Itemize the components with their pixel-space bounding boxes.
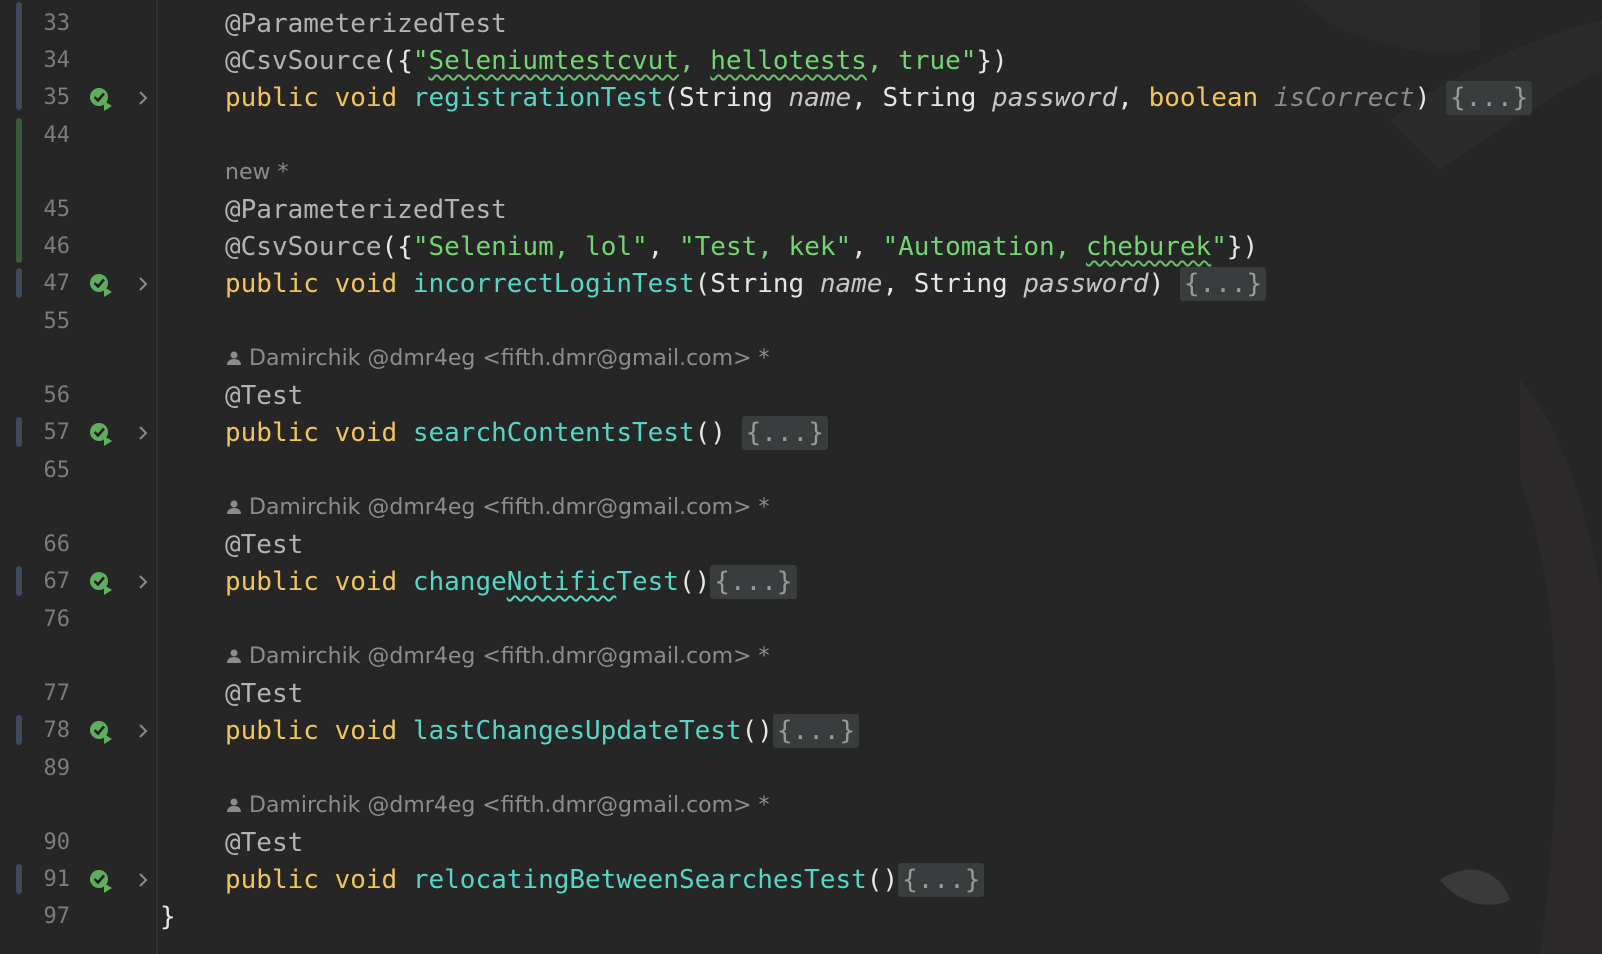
code-line-91[interactable]: 91 public void relocatingBetweenSearches…: [0, 861, 1602, 899]
folded-code-block[interactable]: {...}: [710, 565, 797, 599]
run-test-icon[interactable]: [88, 85, 114, 111]
code-line-46[interactable]: 46 @CsvSource({"Selenium, lol", "Test, k…: [0, 228, 1602, 266]
folded-code-block[interactable]: {...}: [898, 863, 985, 897]
code-line-76[interactable]: 76: [0, 601, 1602, 639]
code-text[interactable]: @Test: [225, 824, 303, 862]
code-text[interactable]: @ParameterizedTest: [225, 191, 507, 229]
code-vision-author-hint[interactable]: Damirchik @dmr4eg <fifth.dmr@gmail.com> …: [0, 489, 1602, 527]
line-number: 89: [43, 756, 71, 781]
line-number: 77: [43, 681, 71, 706]
run-test-icon[interactable]: [88, 271, 114, 297]
person-icon: [227, 500, 241, 514]
code-line-90[interactable]: 90 @Test: [0, 824, 1602, 862]
line-number: 57: [43, 420, 71, 445]
chevron-right-icon[interactable]: [132, 273, 154, 295]
code-vision-hint[interactable]: new *: [0, 154, 1602, 192]
code-line-57[interactable]: 57 public void searchContentsTest() {...…: [0, 414, 1602, 452]
code-line-34[interactable]: 34 @CsvSource({"Seleniumtestcvut, hellot…: [0, 42, 1602, 80]
code-text[interactable]: @CsvSource({"Seleniumtestcvut, hellotest…: [225, 42, 1008, 80]
chevron-right-icon[interactable]: [132, 87, 154, 109]
run-test-icon[interactable]: [88, 420, 114, 446]
line-number: 44: [43, 123, 71, 148]
line-number: 97: [43, 904, 71, 929]
chevron-right-icon[interactable]: [132, 869, 154, 891]
line-number: 56: [43, 383, 71, 408]
line-number: 34: [43, 48, 71, 73]
code-text[interactable]: @ParameterizedTest: [225, 5, 507, 43]
code-text[interactable]: public void changeNotificTest() {...}: [225, 563, 797, 601]
line-number: 91: [43, 867, 71, 892]
hint-text[interactable]: new *: [225, 154, 288, 192]
line-number: 55: [43, 309, 71, 334]
author-text: Damirchik @dmr4eg <fifth.dmr@gmail.com> …: [249, 793, 770, 818]
code-line-78[interactable]: 78 public void lastChangesUpdateTest() {.…: [0, 712, 1602, 750]
code-line-67[interactable]: 67 public void changeNotificTest() {...}: [0, 563, 1602, 601]
chevron-right-icon[interactable]: [132, 422, 154, 444]
folded-code-block[interactable]: {...}: [772, 714, 860, 748]
closing-brace[interactable]: }: [160, 898, 176, 936]
line-number: 47: [43, 271, 71, 296]
code-text[interactable]: @Test: [225, 377, 303, 415]
run-test-icon[interactable]: [88, 718, 114, 744]
run-test-icon[interactable]: [88, 569, 114, 595]
person-icon: [227, 649, 241, 663]
folded-code-block[interactable]: {...}: [741, 416, 828, 450]
code-text[interactable]: public void searchContentsTest() {...}: [225, 414, 828, 452]
code-text[interactable]: @CsvSource({"Selenium, lol", "Test, kek"…: [225, 228, 1258, 266]
code-vision-author-hint[interactable]: Damirchik @dmr4eg <fifth.dmr@gmail.com> …: [0, 638, 1602, 676]
line-number: 78: [43, 718, 71, 743]
code-text[interactable]: public void lastChangesUpdateTest() {...}: [225, 712, 860, 750]
chevron-right-icon[interactable]: [132, 720, 154, 742]
code-line-66[interactable]: 66 @Test: [0, 526, 1602, 564]
chevron-right-icon[interactable]: [132, 571, 154, 593]
line-number: 65: [43, 458, 71, 483]
author-text: Damirchik @dmr4eg <fifth.dmr@gmail.com> …: [249, 495, 770, 520]
author-text: Damirchik @dmr4eg <fifth.dmr@gmail.com> …: [249, 644, 770, 669]
code-line-45[interactable]: 45 @ParameterizedTest: [0, 191, 1602, 229]
folded-code-block[interactable]: {...}: [1446, 81, 1533, 115]
person-icon: [227, 351, 241, 365]
code-line-77[interactable]: 77 @Test: [0, 675, 1602, 713]
code-text[interactable]: public void relocatingBetweenSearchesTes…: [225, 861, 985, 899]
line-number: 90: [43, 830, 71, 855]
line-number: 67: [43, 569, 71, 594]
code-vision-author-hint[interactable]: Damirchik @dmr4eg <fifth.dmr@gmail.com> …: [0, 787, 1602, 825]
code-line-35[interactable]: 35 public void registrationTest(String n…: [0, 79, 1602, 117]
line-number: 76: [43, 607, 71, 632]
line-number: 45: [43, 197, 71, 222]
code-line-47[interactable]: 47 public void incorrectLoginTest(String…: [0, 265, 1602, 303]
line-number: 35: [43, 85, 71, 110]
folded-code-block[interactable]: {...}: [1179, 267, 1267, 301]
code-line-65[interactable]: 65: [0, 452, 1602, 490]
author-text: Damirchik @dmr4eg <fifth.dmr@gmail.com> …: [249, 346, 770, 371]
code-vision-author-hint[interactable]: Damirchik @dmr4eg <fifth.dmr@gmail.com> …: [0, 340, 1602, 378]
code-line-44[interactable]: 44: [0, 117, 1602, 155]
run-test-icon[interactable]: [88, 867, 114, 893]
code-text[interactable]: @Test: [225, 675, 303, 713]
code-line-33[interactable]: 33 @ParameterizedTest: [0, 5, 1602, 43]
code-text[interactable]: @Test: [225, 526, 303, 564]
code-line-56[interactable]: 56 @Test: [0, 377, 1602, 415]
code-text[interactable]: public void registrationTest(String name…: [225, 79, 1533, 117]
code-line-97[interactable]: 97 }: [0, 898, 1602, 936]
line-number: 46: [43, 234, 71, 259]
code-line-89[interactable]: 89: [0, 750, 1602, 788]
code-text[interactable]: public void incorrectLoginTest(String na…: [225, 265, 1267, 303]
line-number: 66: [43, 532, 71, 557]
person-icon: [227, 798, 241, 812]
line-number: 33: [43, 11, 71, 36]
code-line-55[interactable]: 55: [0, 303, 1602, 341]
